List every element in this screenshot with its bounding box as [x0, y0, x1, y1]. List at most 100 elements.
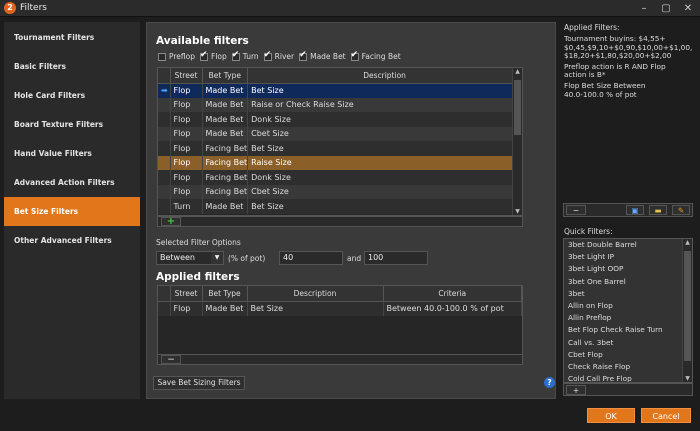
- column-header: Street: [170, 68, 203, 84]
- close-icon[interactable]: ✕: [677, 0, 699, 17]
- table-cell: Flop: [170, 141, 203, 156]
- title-bar: 2 Filters – ▢ ✕: [0, 0, 700, 17]
- row-marker: [158, 155, 171, 170]
- table-cell: Flop: [170, 301, 203, 316]
- save-bet-sizing-filters-button[interactable]: Save Bet Sizing Filters: [153, 376, 245, 390]
- row-marker: [158, 112, 171, 127]
- river-checkbox[interactable]: River: [263, 50, 294, 61]
- checkbox-box: [263, 50, 272, 61]
- preflop-checkbox[interactable]: Preflop: [158, 52, 195, 61]
- table-row[interactable]: Flop Facing Bet Raise Size: [158, 155, 522, 170]
- table-cell: Flop: [170, 112, 203, 127]
- list-item[interactable]: 3bet One Barrel: [564, 276, 692, 288]
- table-row[interactable]: Flop Facing Bet Cbet Size: [158, 184, 522, 199]
- cancel-button[interactable]: Cancel: [641, 408, 691, 423]
- table-row[interactable]: Flop Facing Bet Bet Size: [158, 141, 522, 156]
- remove-filter-button[interactable]: −: [161, 355, 181, 365]
- summary-line: 40.0-100.0 % of pot: [564, 89, 637, 99]
- max-value-input[interactable]: 100: [364, 251, 428, 265]
- list-item[interactable]: 3bet Double Barrel: [564, 239, 692, 251]
- ok-button[interactable]: OK: [587, 408, 635, 423]
- maximize-icon[interactable]: ▢: [655, 0, 677, 17]
- sidebar-item-hand-value[interactable]: Hand Value Filters: [4, 139, 140, 168]
- table-row[interactable]: Flop Made Bet Donk Size: [158, 112, 522, 127]
- table-cell: Facing Bet: [202, 184, 249, 199]
- list-item[interactable]: Check Raise Flop: [564, 361, 692, 373]
- list-item[interactable]: Call vs. 3bet: [564, 337, 692, 349]
- quick-filters-toolbar: +: [563, 383, 693, 396]
- current-row-arrow-icon: ➡: [158, 83, 171, 98]
- table-row[interactable]: Flop Facing Bet Donk Size: [158, 170, 522, 185]
- right-panel: Applied Filters: Tournament buyins: $4,5…: [560, 20, 696, 402]
- scrollbar-thumb[interactable]: [684, 251, 691, 361]
- help-icon[interactable]: ?: [544, 377, 555, 388]
- table-header-row: Street Bet Type Description: [158, 68, 522, 84]
- quick-filters-heading: Quick Filters:: [564, 227, 613, 236]
- table-cell: Donk Size: [247, 170, 522, 185]
- folder-icon[interactable]: ▬: [649, 205, 667, 215]
- list-item[interactable]: 3bet: [564, 288, 692, 300]
- sidebar-item-basic[interactable]: Basic Filters: [4, 52, 140, 81]
- clear-summary-button[interactable]: −: [566, 205, 586, 215]
- list-item[interactable]: Cbet Flop: [564, 349, 692, 361]
- table-cell: Flop: [170, 126, 203, 141]
- list-item[interactable]: Allin Preflop: [564, 312, 692, 324]
- checkbox-box: [158, 52, 166, 61]
- checkbox-box: [200, 50, 208, 61]
- unit-label: (% of pot): [228, 254, 266, 263]
- and-label: and: [347, 254, 362, 263]
- sidebar-item-board-texture[interactable]: Board Texture Filters: [4, 110, 140, 139]
- scrollbar-thumb[interactable]: [514, 80, 521, 135]
- list-item[interactable]: Cold Call Pre Flop: [564, 373, 692, 382]
- selected-filter-options-label: Selected Filter Options: [156, 238, 241, 247]
- made-bet-checkbox[interactable]: Made Bet: [299, 50, 346, 61]
- list-item[interactable]: 3bet Light OOP: [564, 263, 692, 275]
- table-cell: Facing Bet: [202, 141, 249, 156]
- checkbox-box: [299, 50, 308, 61]
- table-cell: Made Bet: [202, 199, 249, 214]
- list-item[interactable]: 3bet Light IP: [564, 251, 692, 263]
- edit-icon[interactable]: ✎: [672, 205, 690, 215]
- checkbox-box: [350, 50, 359, 61]
- list-item[interactable]: Bet Flop Check Raise Turn: [564, 324, 692, 336]
- sidebar-item-bet-size[interactable]: Bet Size Filters: [4, 197, 140, 226]
- table-cell: Flop: [170, 170, 203, 185]
- column-header: Criteria: [383, 286, 522, 302]
- scroll-down-icon[interactable]: ▼: [683, 375, 692, 382]
- minimize-icon[interactable]: –: [633, 0, 655, 17]
- list-item[interactable]: Allin on Flop: [564, 300, 692, 312]
- column-header: Bet Type: [202, 68, 249, 84]
- scroll-down-icon[interactable]: ▼: [513, 208, 522, 215]
- sidebar: Tournament Filters Basic Filters Hole Ca…: [4, 22, 140, 399]
- sidebar-item-hole-card[interactable]: Hole Card Filters: [4, 81, 140, 110]
- available-filters-table: Street Bet Type Description ➡ Flop Made …: [157, 67, 523, 216]
- comparison-select[interactable]: Between ▼: [156, 251, 224, 265]
- turn-checkbox[interactable]: Turn: [231, 50, 259, 61]
- sidebar-item-other-advanced[interactable]: Other Advanced Filters: [4, 226, 140, 255]
- column-header: Street: [170, 286, 203, 302]
- scroll-up-icon[interactable]: ▲: [513, 68, 522, 75]
- add-filter-button[interactable]: +: [161, 217, 181, 227]
- table-cell: Between 40.0-100.0 % of pot: [383, 301, 522, 316]
- table-cell: Raise or Check Raise Size: [247, 97, 522, 112]
- table-header-row: Street Bet Type Description Criteria: [158, 286, 522, 302]
- applied-summary-text: Tournament buyins: $4,55+ $0,45,$9,10+$0…: [564, 34, 694, 99]
- sidebar-item-advanced-action[interactable]: Advanced Action Filters: [4, 168, 140, 197]
- sidebar-item-tournament[interactable]: Tournament Filters: [4, 23, 140, 52]
- scroll-up-icon[interactable]: ▲: [683, 239, 692, 246]
- table-row[interactable]: Turn Made Bet Bet Size: [158, 199, 522, 214]
- table-row[interactable]: Flop Made Bet Raise or Check Raise Size: [158, 97, 522, 112]
- add-quick-filter-button[interactable]: +: [566, 385, 586, 395]
- flop-checkbox[interactable]: Flop: [200, 50, 227, 61]
- row-marker: [158, 170, 171, 185]
- min-value-input[interactable]: 40: [279, 251, 343, 265]
- facing-bet-checkbox[interactable]: Facing Bet: [350, 50, 401, 61]
- table-row[interactable]: Flop Made Bet Cbet Size: [158, 126, 522, 141]
- available-table-scrollbar[interactable]: ▲ ▼: [512, 68, 522, 215]
- table-row[interactable]: ➡ Flop Made Bet Bet Size: [158, 83, 522, 98]
- table-cell: Made Bet: [202, 301, 248, 316]
- save-icon[interactable]: ▣: [626, 205, 644, 215]
- table-row[interactable]: Flop Made Bet Bet Size Between 40.0-100.…: [158, 301, 522, 316]
- app-logo-icon: 2: [4, 2, 16, 14]
- quick-filters-scrollbar[interactable]: ▲ ▼: [682, 239, 692, 382]
